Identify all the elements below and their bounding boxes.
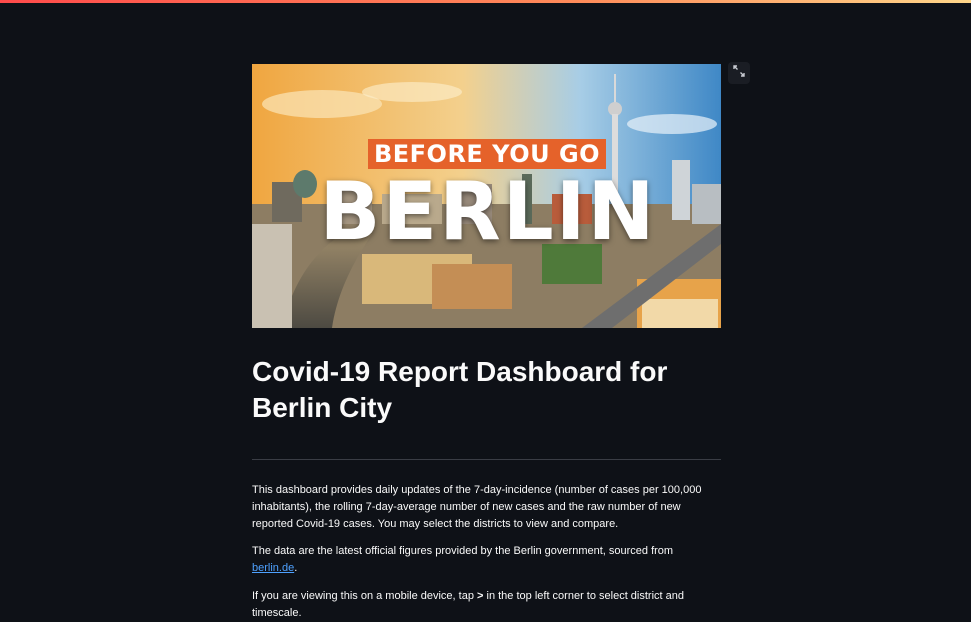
main-content: BEFORE YOU GO BERLIN Covid-19 Report Das… (252, 64, 721, 622)
hero-image: BEFORE YOU GO BERLIN (252, 64, 721, 328)
page-title: Covid-19 Report Dashboard for Berlin Cit… (252, 356, 668, 423)
mobile-hint-text: If you are viewing this on a mobile devi… (252, 590, 478, 602)
mobile-hint-paragraph: If you are viewing this on a mobile devi… (252, 588, 721, 622)
intro-paragraph: This dashboard provides daily updates of… (252, 484, 702, 530)
berlin-de-link[interactable]: berlin.de (252, 562, 294, 574)
top-accent-bar (0, 0, 971, 3)
hero-city-name: BERLIN (319, 165, 657, 258)
fullscreen-button[interactable] (728, 62, 750, 84)
expand-icon (733, 64, 745, 82)
data-source-paragraph: The data are the latest official figures… (252, 543, 721, 577)
data-source-suffix: . (294, 562, 298, 574)
divider (252, 459, 721, 460)
data-source-text: The data are the latest official figures… (252, 545, 674, 557)
